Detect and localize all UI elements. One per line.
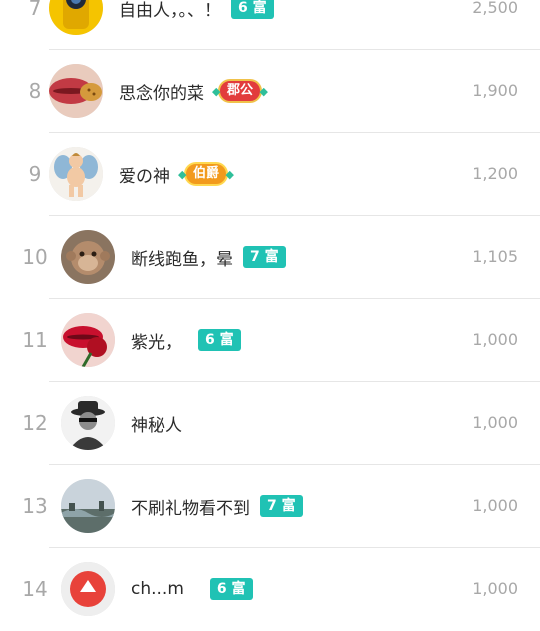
ranking-row[interactable]: 11 紫光， 6 富 1,000	[0, 299, 540, 382]
user-avatar[interactable]	[61, 396, 115, 450]
rank-number: 14	[22, 577, 48, 601]
user-name: 紫光，	[131, 332, 182, 353]
score-value: 1,000	[472, 579, 518, 598]
fortune-level-badge: 7 富	[260, 495, 303, 517]
rank-number: 13	[22, 494, 48, 518]
score-value: 1,000	[472, 413, 518, 432]
score-value: 1,105	[472, 247, 518, 266]
user-name: ch...m	[131, 579, 184, 599]
user-avatar[interactable]	[61, 313, 115, 367]
rank-number: 10	[22, 245, 48, 269]
rank-number: 11	[22, 328, 48, 352]
ranking-row[interactable]: 9 爱の神 伯爵 1,200	[0, 133, 540, 216]
fortune-level-badge: 6 富	[209, 578, 253, 600]
landscape-avatar-icon	[61, 479, 115, 533]
user-name: 爱の神	[119, 166, 170, 187]
mystery-man-avatar-icon	[61, 396, 115, 450]
red-app-avatar-icon	[61, 562, 115, 616]
score-value: 1,000	[472, 330, 518, 349]
score-value: 1,200	[472, 164, 518, 183]
fortune-level-badge: 6 富	[198, 329, 241, 351]
user-name: 神秘人	[131, 415, 182, 436]
fortune-level-badge: 7 富	[243, 246, 286, 268]
ranking-row[interactable]: 10 断线跑鱼，晕 7 富 1,105	[0, 216, 540, 299]
ranking-row[interactable]: 12 神秘人 1,000	[0, 382, 540, 465]
user-avatar[interactable]	[61, 562, 115, 616]
ranking-row[interactable]: 8 思念你的菜 郡公 1,900	[0, 50, 540, 133]
fortune-level-badge: 6 富	[231, 0, 274, 19]
cupid-avatar-icon	[49, 147, 103, 201]
rank-number: 12	[22, 411, 48, 435]
noble-title-badge: 郡公	[212, 79, 268, 103]
score-value: 1,000	[472, 496, 518, 515]
lips-cookie-avatar-icon	[49, 64, 103, 118]
ranking-row[interactable]: 13 不刷礼物看不到 7 富 1,000	[0, 465, 540, 548]
user-avatar[interactable]	[61, 230, 115, 284]
user-avatar[interactable]	[61, 479, 115, 533]
user-name: 自由人，。、！	[119, 0, 221, 21]
user-name: 断线跑鱼，晕	[131, 249, 233, 270]
score-value: 2,500	[472, 0, 518, 17]
user-avatar[interactable]	[49, 147, 103, 201]
score-value: 1,900	[472, 81, 518, 100]
user-avatar[interactable]	[49, 64, 103, 118]
user-name: 不刷礼物看不到	[131, 498, 250, 519]
lips-rose-avatar-icon	[61, 313, 115, 367]
ranking-list: 7 自由人，。、！ 6 富 2,500 8 思念你的菜 ◆ 郡公 ◆ 1,900…	[0, 0, 540, 616]
ranking-row[interactable]: 14 ch...m 6 富 1,000	[0, 548, 540, 631]
ranking-row[interactable]: 7 自由人，。、！ 6 富 2,500	[0, 0, 540, 50]
noble-title-badge: 伯爵	[178, 162, 234, 186]
user-name: 思念你的菜	[119, 83, 204, 104]
monkey-avatar-icon	[61, 230, 115, 284]
